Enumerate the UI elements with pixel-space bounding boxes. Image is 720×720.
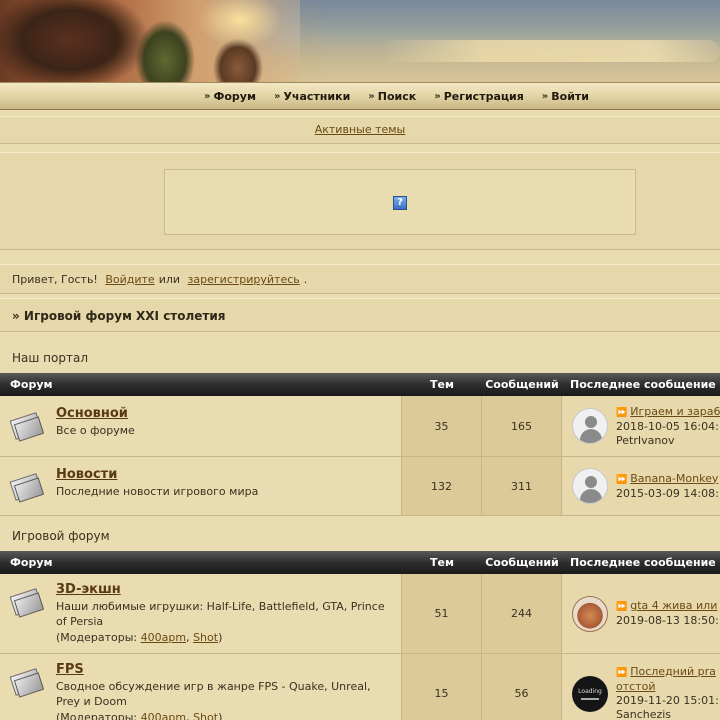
last-post-link-cont[interactable]: отстой — [616, 680, 655, 693]
ad-frame: ? — [164, 169, 636, 235]
avatar[interactable] — [572, 408, 608, 444]
broken-image-icon[interactable]: ? — [393, 196, 407, 210]
forum-table-portal: Форум Тем Сообщений Последнее сообщение … — [0, 373, 720, 516]
nav-search[interactable]: » Поиск — [368, 90, 416, 103]
chevron-icon: » — [541, 91, 549, 102]
moderators: (Модераторы: 400apm, Shot) — [56, 711, 393, 720]
jump-to-post-icon[interactable]: ⏩ — [616, 602, 627, 612]
section-title-portal: Наш портал — [12, 351, 88, 365]
banner-artwork — [0, 0, 330, 82]
nav-register[interactable]: » Регистрация — [434, 90, 524, 103]
chevron-icon: » — [368, 91, 375, 102]
moderators: (Модераторы: 400apm, Shot) — [56, 631, 223, 644]
forum-link[interactable]: 3D-экшн — [56, 582, 393, 597]
forum-envelope-icon — [8, 408, 46, 446]
avatar[interactable]: Loading — [572, 675, 608, 712]
table-row: 3D-экшн Наши любимые игрушки: Half-Life,… — [0, 574, 720, 654]
header-banner — [0, 0, 720, 82]
last-post-link[interactable]: Последний pra — [630, 665, 716, 678]
breadcrumb: » Игровой форум XXI столетия — [0, 298, 720, 332]
moderator-link[interactable]: Shot — [193, 631, 218, 644]
moderator-link[interactable]: 400apm — [141, 711, 186, 720]
moderator-link[interactable]: Shot — [193, 711, 218, 720]
nav-forum[interactable]: » Форум — [204, 90, 256, 103]
jump-to-post-icon[interactable]: ⏩ — [616, 408, 627, 418]
register-link[interactable]: зарегистрируйтесь — [188, 273, 300, 286]
nav-login[interactable]: » Войти — [542, 90, 589, 103]
forum-link[interactable]: Основной — [56, 406, 393, 421]
last-post-link[interactable]: Играем и зара6 — [630, 405, 720, 418]
forum-table-games: Форум Тем Сообщений Последнее сообщение … — [0, 551, 720, 720]
table-header: Форум Тем Сообщений Последнее сообщение — [0, 551, 720, 574]
guest-greeting: Привет, Гость! Войдите или зарегистрируйт… — [0, 264, 720, 294]
chevron-icon: » — [434, 91, 441, 102]
table-header: Форум Тем Сообщений Последнее сообщение — [0, 373, 720, 396]
ad-block: ? — [0, 152, 720, 250]
section-title-games: Игровой форум — [12, 529, 110, 543]
active-topics-bar: Активные темы — [0, 116, 720, 144]
active-topics-link[interactable]: Активные темы — [315, 123, 406, 136]
main-navbar: » Форум » Участники » Поиск » Регистрация » В… — [0, 82, 720, 110]
forum-envelope-icon — [8, 584, 46, 622]
jump-to-post-icon[interactable]: ⏩ — [616, 475, 627, 485]
nav-members[interactable]: » Участники — [274, 90, 350, 103]
last-post-link[interactable]: gta 4 жива или — [630, 599, 717, 612]
login-link[interactable]: Войдите — [105, 273, 154, 286]
table-row: FPS Сводное обсуждение игр в жанре FPS -… — [0, 654, 720, 720]
forum-link[interactable]: Новости — [56, 467, 393, 482]
last-post-link[interactable]: Banana-Monkey — [630, 472, 718, 485]
forum-envelope-icon — [8, 469, 46, 507]
forum-envelope-icon — [8, 664, 46, 702]
forum-link[interactable]: FPS — [56, 662, 393, 677]
avatar[interactable] — [572, 468, 608, 504]
chevron-icon: » — [273, 91, 281, 102]
jump-to-post-icon[interactable]: ⏩ — [616, 668, 627, 678]
avatar[interactable] — [572, 595, 608, 632]
table-row: Новости Последние новости игрового мира … — [0, 457, 720, 516]
table-row: Основной Все о форуме 35 165 ⏩ Играем и з… — [0, 396, 720, 457]
chevron-icon: » — [204, 91, 211, 102]
moderator-link[interactable]: 400apm — [141, 631, 186, 644]
